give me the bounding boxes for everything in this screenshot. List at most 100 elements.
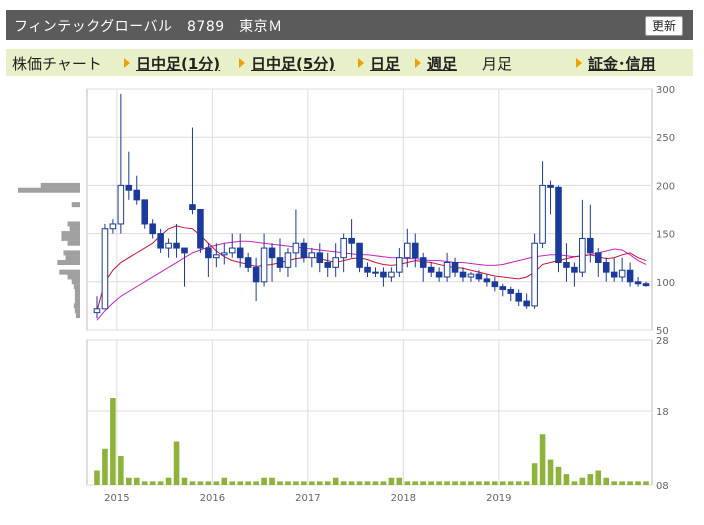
volume-profile-panel: [18, 182, 80, 319]
volume-bar: [348, 481, 355, 485]
volume-bar: [94, 470, 100, 485]
volume-panel-frame: [86, 339, 653, 486]
price-y-tick-label: 100: [656, 278, 675, 289]
volume-profile-bar: [59, 269, 80, 275]
candle-body: [292, 242, 300, 254]
candle-body: [205, 247, 212, 259]
volume-bar: [523, 481, 530, 485]
volume-bar: [452, 481, 458, 485]
candle-body: [388, 271, 395, 278]
volume-bar: [189, 481, 196, 485]
volume-bar: [133, 477, 140, 485]
volume-bar: [412, 481, 419, 485]
candle-body: [268, 247, 276, 259]
candle-body: [483, 278, 491, 283]
candle-body: [109, 223, 117, 230]
candle-body: [523, 300, 530, 307]
price-y-tick-label: 250: [656, 133, 675, 144]
candle-body: [642, 283, 650, 287]
price-y-tick-label: 200: [656, 181, 675, 192]
volume-bar: [603, 477, 610, 485]
candle-body: [467, 273, 475, 278]
volume-panel: 28 18 08: [86, 336, 669, 492]
volume-bar: [396, 477, 403, 485]
candle-body: [594, 252, 602, 264]
volume-bar: [102, 448, 108, 485]
candle-body: [634, 281, 642, 285]
candle-body: [579, 237, 586, 273]
volume-bar: [420, 481, 427, 485]
candle-body: [340, 237, 347, 259]
candle-body: [149, 223, 156, 235]
volume-bar: [285, 481, 291, 485]
candle-body: [587, 237, 594, 254]
volume-bar: [492, 481, 498, 485]
volume-bar: [484, 481, 490, 485]
candle-body: [563, 262, 570, 268]
candle-body: [316, 252, 324, 264]
volume-bar: [428, 481, 434, 485]
candle-body: [515, 292, 522, 302]
x-tick-label: 2016: [200, 493, 225, 504]
volume-bar: [547, 459, 554, 485]
candle-body: [475, 273, 483, 280]
candle-body: [396, 257, 403, 273]
volume-bar: [126, 477, 132, 485]
price-y-tick-label: 300: [656, 85, 675, 96]
volume-bar: [627, 481, 633, 485]
volume-bar: [539, 434, 546, 485]
volume-bar: [324, 481, 331, 485]
volume-profile-bar: [75, 313, 80, 319]
candle-body: [491, 281, 499, 288]
volume-bar: [245, 481, 251, 485]
volume-bar: [141, 481, 148, 485]
volume-profile-bar: [71, 279, 80, 285]
volume-bar: [356, 481, 363, 485]
volume-bar: [229, 481, 236, 485]
volume-bar: [500, 481, 506, 485]
candle-body: [332, 257, 339, 268]
volume-y-tick-label: 08: [656, 481, 669, 492]
x-tick-label: 2015: [104, 493, 129, 504]
volume-bar: [253, 481, 259, 485]
candle-body: [221, 252, 228, 256]
volume-profile-bar: [57, 260, 80, 266]
volume-bar: [507, 481, 514, 485]
volume-bar: [531, 463, 538, 485]
volume-bar: [293, 481, 299, 485]
volume-profile-bar: [74, 288, 80, 294]
volume-bar: [515, 481, 522, 485]
volume-bar: [444, 481, 450, 485]
x-tick-label: 2017: [295, 493, 320, 504]
volume-bar: [611, 481, 617, 485]
x-tick-label: 2019: [486, 493, 511, 504]
volume-bar: [563, 474, 570, 485]
candle-body: [197, 209, 204, 249]
candle-body: [348, 237, 355, 244]
volume-bar: [118, 456, 124, 485]
volume-profile-bar: [69, 226, 80, 232]
volume-bar: [468, 481, 474, 485]
volume-profile-bar: [73, 303, 80, 309]
volume-bar: [269, 477, 275, 485]
candle-body: [228, 247, 236, 254]
candle-body: [133, 189, 141, 201]
volume-bar: [181, 477, 188, 485]
candle-body: [404, 242, 411, 259]
candle-body: [300, 242, 308, 259]
candle-body: [451, 262, 459, 273]
volume-bar: [277, 481, 283, 485]
candle-body: [435, 271, 443, 278]
candle-body: [602, 262, 610, 273]
candle-body: [308, 252, 316, 259]
volume-profile-bar: [74, 293, 80, 299]
volume-profile-bar: [71, 202, 80, 208]
volume-profile-bar: [67, 221, 80, 227]
candle-body: [555, 186, 562, 264]
volume-y-tick-label: 28: [656, 336, 669, 347]
candle-body: [364, 266, 371, 273]
volume-bar: [476, 481, 482, 485]
candle-body: [252, 266, 260, 283]
candle-body: [380, 271, 387, 278]
volume-profile-bar: [61, 231, 80, 237]
